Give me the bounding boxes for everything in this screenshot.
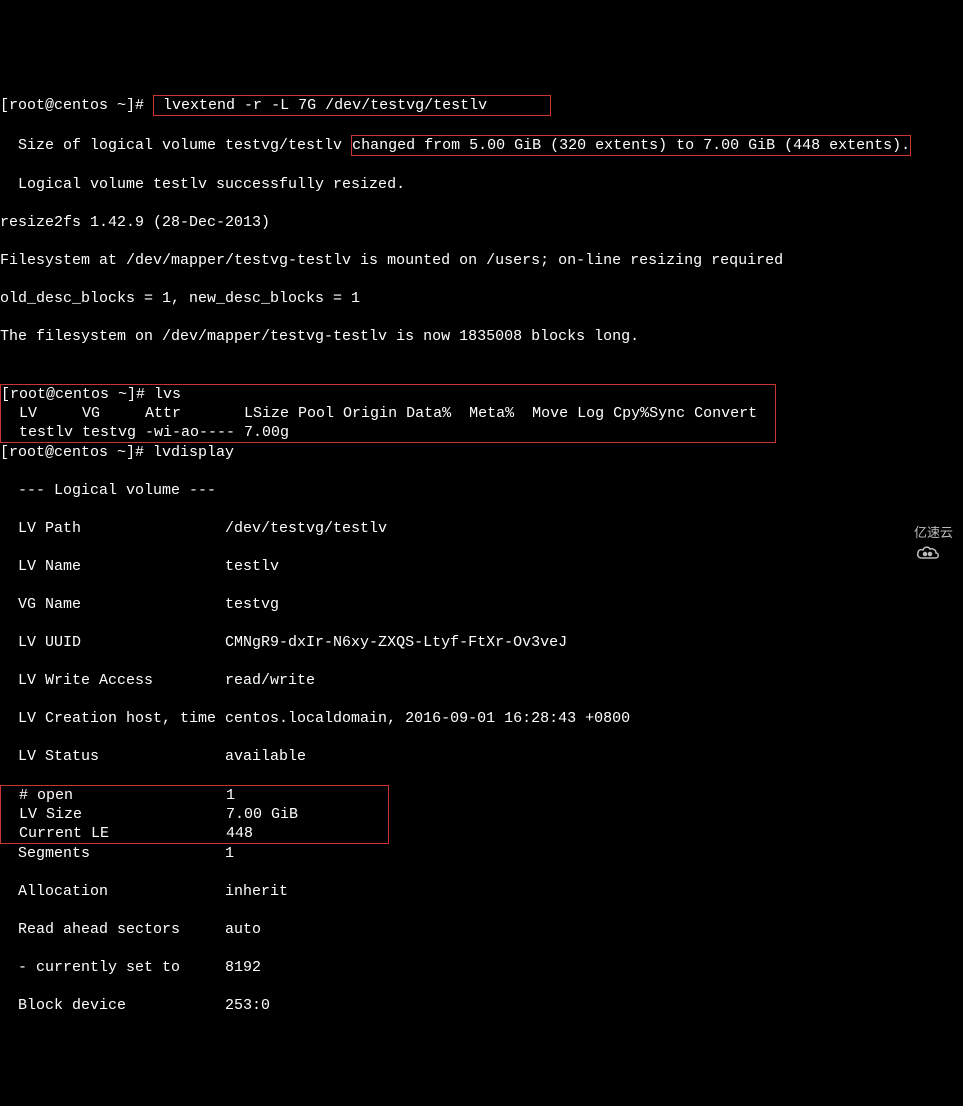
lvdisplay-size: LV Size 7.00 GiB [1,806,388,823]
lvdisplay-header: --- Logical volume --- [0,481,963,500]
command-lvextend-highlighted: lvextend -r -L 7G /dev/testvg/testlv [153,95,551,116]
cloud-icon [884,525,910,543]
lvdisplay-name: LV Name testlv [0,557,963,576]
command-text: lvextend -r -L 7G /dev/testvg/testlv [163,97,487,114]
lvdisplay-open: # open 1 [1,787,388,804]
lvdisplay-uuid: LV UUID CMNgR9-dxIr-N6xy-ZXQS-Ltyf-FtXr-… [0,633,963,652]
command-lvdisplay: lvdisplay [153,444,234,461]
lvdisplay-current-le: Current LE 448 [1,825,388,842]
lvdisplay-status: LV Status available [0,747,963,766]
terminal-output: [root@centos ~]# lvextend -r -L 7G /dev/… [0,76,963,1034]
lvdisplay-path: LV Path /dev/testvg/testlv [0,519,963,538]
prompt: [root@centos ~]# [0,97,153,114]
lvs-row: testlv testvg -wi-ao---- 7.00g [1,424,775,441]
lvdisplay-currently-set: - currently set to 8192 [0,958,963,977]
output-size-change-highlighted: changed from 5.00 GiB (320 extents) to 7… [351,135,911,156]
lvsize-block-highlighted: # open 1 LV Size 7.00 GiB Current LE 448 [0,785,389,844]
lvdisplay-block-device: Block device 253:0 [0,996,963,1015]
lvs-header: LV VG Attr LSize Pool Origin Data% Meta%… [1,405,757,422]
output-blocks-long: The filesystem on /dev/mapper/testvg-tes… [0,327,963,346]
lvdisplay-allocation: Allocation inherit [0,882,963,901]
output-filesystem-mounted: Filesystem at /dev/mapper/testvg-testlv … [0,251,963,270]
watermark-logo: 亿速云 [884,524,953,543]
prompt: [root@centos ~]# [0,444,153,461]
output-size-prefix: Size of logical volume testvg/testlv [0,137,351,154]
command-lvs: lvs [154,386,181,403]
output-resized: Logical volume testlv successfully resiz… [0,175,963,194]
lvdisplay-write-access: LV Write Access read/write [0,671,963,690]
lvs-block-highlighted: [root@centos ~]# lvs LV VG Attr LSize Po… [0,384,776,443]
lvdisplay-vgname: VG Name testvg [0,595,963,614]
output-resize2fs: resize2fs 1.42.9 (28-Dec-2013) [0,213,963,232]
lvdisplay-segments: Segments 1 [0,844,963,863]
lvdisplay-creation: LV Creation host, time centos.localdomai… [0,709,963,728]
output-desc-blocks: old_desc_blocks = 1, new_desc_blocks = 1 [0,289,963,308]
watermark-text: 亿速云 [914,524,953,543]
prompt: [root@centos ~]# [1,386,154,403]
lvdisplay-read-ahead: Read ahead sectors auto [0,920,963,939]
